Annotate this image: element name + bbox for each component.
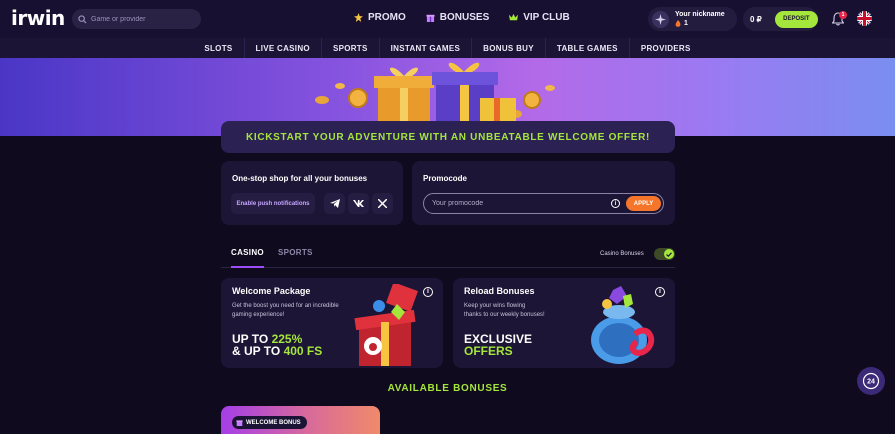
offer-line2-accent: 400 FS	[283, 344, 323, 358]
reload-desc-line1: Keep your wins flowing	[464, 303, 526, 309]
support-chat-button[interactable]: 24	[857, 367, 885, 395]
support-24-icon: 24	[862, 372, 880, 390]
search-box[interactable]	[72, 9, 201, 29]
nav-promo[interactable]: PROMO	[354, 12, 406, 23]
flame-icon	[675, 20, 681, 27]
balance-value: 0 ₽	[750, 14, 762, 24]
vk-icon	[353, 200, 364, 207]
telegram-button[interactable]	[324, 193, 345, 214]
search-icon	[78, 14, 87, 24]
reload-bonuses-desc: Keep your wins flowing thanks to our wee…	[464, 302, 584, 320]
welcome-desc-line2: gaming experience!	[232, 312, 285, 318]
active-tab-indicator	[231, 266, 264, 268]
check-icon	[666, 251, 672, 257]
promocode-input[interactable]	[432, 200, 602, 207]
welcome-package-title: Welcome Package	[232, 286, 311, 296]
reload-desc-line2: thanks to our weekly bonuses!	[464, 312, 545, 318]
offer-line2-prefix: & UP TO	[232, 344, 284, 358]
treasure-bag-illustration	[591, 286, 655, 364]
vk-button[interactable]	[348, 193, 369, 214]
cat-live-casino[interactable]: LIVE CASINO	[245, 38, 322, 58]
casino-bonuses-label: Casino Bonuses	[600, 251, 644, 257]
welcome-desc-line1: Get the boost you need for an incredible	[232, 303, 339, 309]
tab-casino[interactable]: CASINO	[231, 248, 264, 257]
bonus-tabs: CASINO SPORTS Casino Bonuses	[221, 244, 675, 268]
compass-star-icon	[655, 13, 666, 25]
notification-badge: 1	[839, 11, 847, 19]
welcome-bonus-chip-label: WELCOME BONUS	[246, 419, 301, 426]
cat-providers[interactable]: PROVIDERS	[630, 38, 702, 58]
deposit-button[interactable]: DEPOSIT	[774, 10, 818, 28]
top-nav: PROMO BONUSES VIP CLUB	[354, 12, 570, 23]
welcome-package-desc: Get the boost you need for an incredible…	[232, 302, 352, 320]
bonus-shop-title: One-stop shop for all your bonuses	[232, 174, 368, 183]
nav-promo-label: PROMO	[368, 12, 406, 23]
info-icon[interactable]: i	[611, 199, 620, 208]
crown-icon	[509, 13, 519, 21]
user-nickname: Your nickname	[675, 11, 725, 18]
cat-table-games[interactable]: TABLE GAMES	[546, 38, 630, 58]
promocode-card: Promocode i APPLY	[412, 161, 675, 225]
user-profile[interactable]: Your nickname 1	[648, 7, 737, 31]
apply-button[interactable]: APPLY	[626, 196, 661, 211]
gift-icon	[236, 420, 243, 426]
reload-bonuses-offer: EXCLUSIVE OFFERS	[464, 333, 532, 357]
cat-bonus-buy[interactable]: BONUS BUY	[472, 38, 546, 58]
category-nav: SLOTS LIVE CASINO SPORTS INSTANT GAMES B…	[0, 38, 895, 58]
welcome-offer-banner: KICKSTART YOUR ADVENTURE WITH AN UNBEATA…	[221, 121, 675, 153]
casino-bonuses-toggle[interactable]	[654, 248, 675, 260]
search-input[interactable]	[91, 15, 191, 23]
welcome-bonus-chip: WELCOME BONUS	[232, 416, 307, 429]
reload-bonuses-title: Reload Bonuses	[464, 286, 535, 296]
user-level: 1	[675, 19, 725, 28]
cat-sports[interactable]: SPORTS	[322, 38, 380, 58]
available-bonuses-title: AVAILABLE BONUSES	[387, 383, 508, 394]
welcome-bonus-card[interactable]: WELCOME BONUS	[221, 406, 380, 434]
reload-offer-line2: OFFERS	[464, 344, 513, 358]
enable-push-button[interactable]: Enable push notifications	[231, 193, 315, 214]
nav-bonuses-label: BONUSES	[439, 12, 490, 23]
nav-vip-label: VIP CLUB	[523, 12, 570, 23]
support-label: 24	[867, 379, 875, 386]
promocode-title: Promocode	[423, 174, 468, 183]
gift-icon	[426, 14, 435, 22]
irwin-logo[interactable]: irwin	[11, 8, 65, 28]
nav-vip-club[interactable]: VIP CLUB	[509, 12, 570, 23]
welcome-package-card[interactable]: Welcome Package Get the boost you need f…	[221, 278, 443, 368]
balance-box: 0 ₽ DEPOSIT	[743, 7, 818, 31]
top-header: irwin PROMO BONUSES VIP CLUB Your nickna…	[0, 0, 895, 38]
nav-bonuses[interactable]: BONUSES	[426, 12, 489, 23]
cat-slots[interactable]: SLOTS	[193, 38, 245, 58]
avatar	[652, 10, 669, 28]
x-icon	[378, 199, 387, 208]
user-level-value: 1	[684, 20, 688, 27]
toggle-knob	[664, 249, 674, 259]
gift-box-illustration	[354, 284, 418, 366]
uk-flag-icon[interactable]	[857, 11, 872, 26]
star-icon	[354, 13, 363, 22]
reload-bonuses-card[interactable]: Reload Bonuses Keep your wins flowing th…	[453, 278, 675, 368]
bonus-shop-card: One-stop shop for all your bonuses Enabl…	[221, 161, 403, 225]
telegram-icon	[329, 199, 340, 208]
cat-instant-games[interactable]: INSTANT GAMES	[380, 38, 473, 58]
welcome-package-offer: UP TO 225% & UP TO 400 FS	[232, 333, 322, 357]
x-button[interactable]	[372, 193, 393, 214]
promocode-field[interactable]: i APPLY	[423, 193, 664, 214]
info-icon[interactable]: i	[423, 287, 433, 297]
tab-sports[interactable]: SPORTS	[278, 248, 313, 257]
